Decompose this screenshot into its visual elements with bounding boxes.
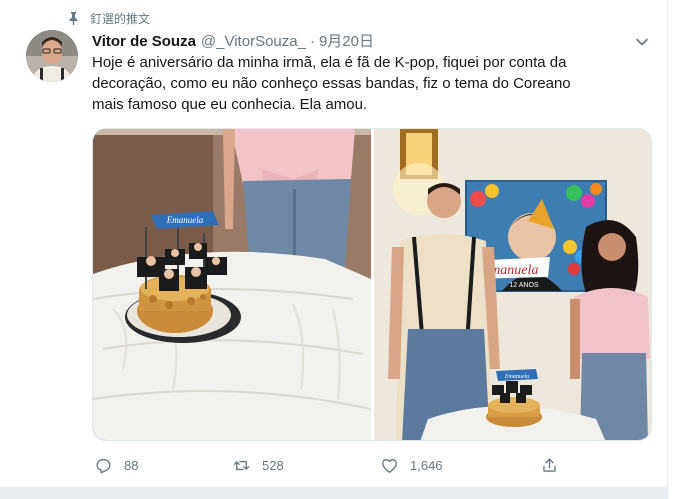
display-name[interactable]: Vitor de Souza: [92, 33, 196, 50]
poster-sub: 12 ANOS: [509, 282, 539, 289]
pinned-indicator: 釘選的推文: [66, 10, 150, 26]
reply-count: 88: [124, 457, 139, 473]
retweet-icon: [230, 454, 252, 476]
pinned-label: 釘選的推文: [90, 11, 151, 26]
like-count: 1,646: [410, 457, 443, 473]
like-button[interactable]: 1,646: [378, 452, 443, 478]
user-handle[interactable]: @_VitorSouza_: [201, 33, 306, 50]
tweet-text-line: mais famoso que eu conhecia. Ela amou.: [92, 96, 368, 113]
retweet-button[interactable]: 528: [230, 452, 284, 478]
tweet-text-line: decoração, como eu não conheço essas ban…: [92, 75, 571, 92]
chevron-down-icon[interactable]: [634, 34, 650, 50]
retweet-count: 528: [262, 457, 284, 473]
reply-button[interactable]: 88: [92, 452, 138, 478]
footer-divider: [0, 487, 668, 499]
topper-name-right: Emanuela: [504, 374, 529, 380]
separator-dot: ·: [309, 33, 315, 50]
cake-photo[interactable]: Emanuela: [93, 129, 371, 440]
pin-icon: [66, 11, 80, 25]
avatar[interactable]: [26, 30, 78, 82]
topper-name-left: Emanuela: [166, 215, 204, 225]
tweet-card[interactable]: 釘選的推文 Vitor de Souza @_VitorSouza_ · 9月2…: [0, 0, 668, 499]
tweet-timestamp[interactable]: 9月20日: [319, 30, 374, 51]
share-button[interactable]: [538, 452, 570, 478]
heart-icon: [378, 454, 400, 476]
tweet-media[interactable]: Emanuela Emanuela 12 ANOS Emanuela: [92, 128, 652, 441]
tweet-header: Vitor de Souza @_VitorSouza_ · 9月20日: [92, 30, 374, 51]
tweet-text-line: Hoje é aniversário da minha irmã, ela é …: [92, 54, 567, 71]
reply-icon: [92, 454, 114, 476]
tweet-text: Hoje é aniversário da minha irmã, ela é …: [92, 52, 652, 115]
party-photo[interactable]: Emanuela 12 ANOS Emanuela: [374, 129, 651, 440]
tweet-actions: 88 528 1,646: [92, 452, 652, 478]
share-icon: [538, 454, 560, 476]
